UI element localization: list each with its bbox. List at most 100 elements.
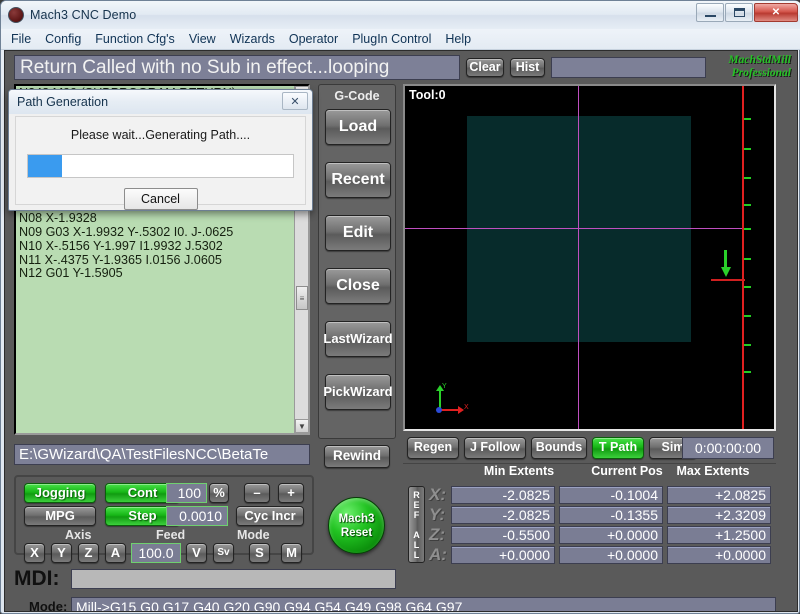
- run-timer: 0:00:00:00: [682, 437, 774, 459]
- gcode-close-button[interactable]: Close: [325, 268, 391, 304]
- dro-min-x[interactable]: -2.0825: [451, 486, 555, 504]
- mach3-application-window: Mach3 CNC Demo ✕ File Config Function Cfg'…: [0, 0, 800, 614]
- gcode-edit-button[interactable]: Edit: [325, 215, 391, 251]
- toolpath-display[interactable]: Tool:0: [403, 84, 776, 431]
- button-label-line: Wizard: [350, 385, 393, 399]
- jog-increase-button[interactable]: +: [278, 483, 304, 503]
- gcode-line[interactable]: N12 G01 Y-1.5905: [19, 267, 294, 281]
- ref-all-button[interactable]: REF ALL: [408, 486, 425, 563]
- menu-item-file[interactable]: File: [11, 32, 31, 46]
- jogging-panel: Jogging Cont 100 % – + MPG Step 0.0010 C…: [14, 475, 314, 555]
- dro-current-z[interactable]: +0.0000: [559, 526, 663, 544]
- axis-y-button[interactable]: Y: [51, 543, 72, 563]
- toolpath-t-path-button[interactable]: T Path: [592, 437, 644, 459]
- feed-rate-field[interactable]: 100.0: [131, 543, 181, 563]
- menu-item-config[interactable]: Config: [45, 32, 81, 46]
- z-scale-tick: [744, 286, 751, 288]
- toolpath-regen-button[interactable]: Regen: [407, 437, 459, 459]
- z-scale-tick: [744, 148, 751, 150]
- menu-item-plugin-control[interactable]: PlugIn Control: [352, 32, 431, 46]
- gcode-line[interactable]: N09 G03 X-1.9932 Y-.5302 I0. J-.0625: [19, 226, 294, 240]
- dro-axis-label-a: A:: [429, 545, 449, 564]
- minimize-button[interactable]: [696, 3, 724, 22]
- clear-button[interactable]: Clear: [466, 58, 504, 77]
- status-message-bar: Return Called with no Sub in effect...lo…: [14, 55, 460, 80]
- gcode-column-caption: G-Code: [319, 89, 395, 103]
- dro-max-x[interactable]: +2.0825: [667, 486, 771, 504]
- maximize-button[interactable]: [725, 3, 753, 22]
- dro-axis-label-z: Z:: [429, 525, 449, 544]
- m-mode-button[interactable]: M: [281, 543, 302, 563]
- mdi-input[interactable]: [71, 569, 396, 589]
- jogging-toggle-button[interactable]: Jogging: [24, 483, 96, 503]
- z-scale-tick: [744, 177, 751, 179]
- jog-decrease-button[interactable]: –: [244, 483, 270, 503]
- cycle-increment-button[interactable]: Cyc Incr: [236, 506, 304, 526]
- menu-item-wizards[interactable]: Wizards: [230, 32, 275, 46]
- gcode-recent-button[interactable]: Recent: [325, 162, 391, 198]
- axis-x-button[interactable]: X: [24, 543, 45, 563]
- dro-current-y[interactable]: -0.1355: [559, 506, 663, 524]
- active-modes-display: Mill->G15 G0 G17 G40 G20 G90 G94 G54 G49…: [71, 597, 776, 612]
- dro-current-x[interactable]: -0.1004: [559, 486, 663, 504]
- jog-percent-field[interactable]: 100: [166, 483, 207, 503]
- toolpath-bounds-button[interactable]: Bounds: [531, 437, 587, 459]
- window-controls: ✕: [696, 3, 798, 22]
- gcode-pick-wizard-button[interactable]: PickWizard: [325, 374, 391, 410]
- dro-min-z[interactable]: -0.5500: [451, 526, 555, 544]
- button-label-line: Wizard: [350, 332, 393, 346]
- dialog-close-icon[interactable]: ✕: [282, 92, 308, 110]
- dialog-title-bar: Path Generation ✕: [9, 90, 312, 114]
- menu-item-help[interactable]: Help: [445, 32, 471, 46]
- close-button[interactable]: ✕: [754, 3, 798, 22]
- reset-line-1: Mach3: [339, 512, 375, 526]
- dro-min-a[interactable]: +0.0000: [451, 546, 555, 564]
- menu-bar: File Config Function Cfg's View Wizards Opera…: [1, 29, 800, 50]
- toolpath-horizontal-crosshair: [405, 228, 745, 229]
- scrollbar-thumb[interactable]: ≡: [296, 286, 308, 310]
- dro-max-z[interactable]: +1.2500: [667, 526, 771, 544]
- menu-item-operator[interactable]: Operator: [289, 32, 338, 46]
- gcode-last-wizard-button[interactable]: LastWizard: [325, 321, 391, 357]
- hist-button[interactable]: Hist: [510, 58, 545, 77]
- mach3-app-icon: [8, 7, 24, 23]
- mdi-label: MDI:: [14, 567, 60, 591]
- dro-current-a[interactable]: +0.0000: [559, 546, 663, 564]
- dro-max-y[interactable]: +2.3209: [667, 506, 771, 524]
- maximize-icon: [734, 8, 745, 17]
- z-current-level-marker: [711, 279, 745, 281]
- sv-mode-button[interactable]: Sv: [213, 543, 234, 563]
- axis-z-button[interactable]: Z: [78, 543, 99, 563]
- window-frame: Mach3 CNC Demo ✕ File Config Function Cfg'…: [0, 0, 800, 614]
- z-scale-tick: [744, 204, 751, 206]
- velocity-mode-button[interactable]: V: [186, 543, 207, 563]
- progress-bar: [27, 154, 294, 178]
- logo-line-2: Professional: [701, 67, 791, 80]
- z-scale-tick: [744, 344, 751, 346]
- dro-min-y[interactable]: -2.0825: [451, 506, 555, 524]
- dialog-cancel-button[interactable]: Cancel: [124, 188, 198, 210]
- scroll-down-icon[interactable]: ▼: [295, 419, 309, 433]
- step-size-field[interactable]: 0.0010: [166, 506, 228, 526]
- window-title: Mach3 CNC Demo: [30, 8, 136, 22]
- z-scale-tick: [744, 228, 751, 230]
- spindle-mode-button[interactable]: S: [249, 543, 270, 563]
- history-field[interactable]: [551, 57, 706, 78]
- menu-item-view[interactable]: View: [189, 32, 216, 46]
- percent-symbol-button[interactable]: %: [209, 483, 229, 503]
- gcode-line[interactable]: N11 X-.4375 Y-1.9365 I.0156 J.0605: [19, 254, 294, 268]
- toolpath-j-follow-button[interactable]: J Follow: [464, 437, 526, 459]
- button-label-line: Edit: [343, 225, 373, 242]
- loaded-file-path[interactable]: E:\GWizard\QA\TestFilesNCC\BetaTe: [14, 444, 310, 465]
- gcode-line[interactable]: N10 X-.5156 Y-1.997 I1.9932 J.5302: [19, 240, 294, 254]
- z-scale-tick: [744, 371, 751, 373]
- rewind-button[interactable]: Rewind: [324, 445, 390, 468]
- gcode-load-button[interactable]: Load: [325, 109, 391, 145]
- axis-a-button[interactable]: A: [105, 543, 126, 563]
- dro-max-a[interactable]: +0.0000: [667, 546, 771, 564]
- mpg-button[interactable]: MPG: [24, 506, 96, 526]
- gcode-button-column: G-Code Load Recent Edit Close LastWizard Pick…: [318, 84, 396, 439]
- menu-item-function-cfg-s[interactable]: Function Cfg's: [95, 32, 175, 46]
- mach3-reset-button[interactable]: Mach3 Reset: [328, 497, 385, 554]
- gcode-line[interactable]: N08 X-1.9328: [19, 212, 294, 226]
